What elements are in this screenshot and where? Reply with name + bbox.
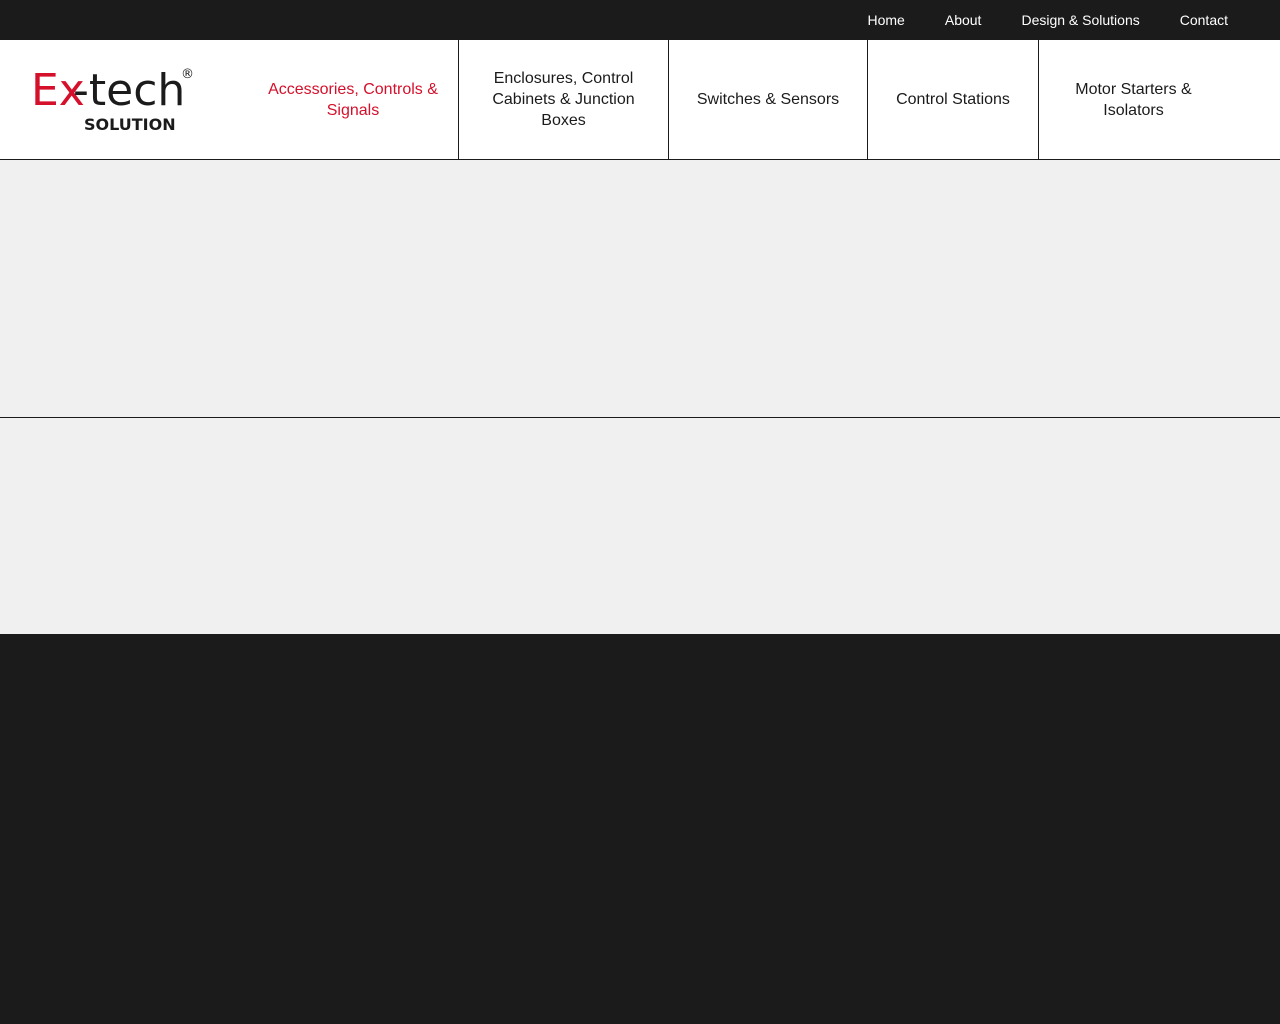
- site-footer: [0, 634, 1280, 1024]
- category-switches-sensors[interactable]: Switches & Sensors: [668, 40, 867, 159]
- content-section-bottom: [0, 418, 1280, 634]
- nav-link-home[interactable]: Home: [868, 12, 905, 28]
- top-bar: Home About Design & Solutions Contact: [0, 0, 1280, 40]
- logo-subline: SOLUTION: [84, 115, 176, 134]
- nav-link-design-solutions[interactable]: Design & Solutions: [1021, 12, 1139, 28]
- category-nav: Accessories, Controls & Signals Enclosur…: [248, 40, 1248, 159]
- top-nav: Home About Design & Solutions Contact: [828, 0, 1229, 40]
- logo-graphic: Ex -tech ® SOLUTION: [31, 65, 194, 134]
- main-header: Ex -tech ® SOLUTION Accessories, Control…: [0, 40, 1280, 160]
- category-control-stations[interactable]: Control Stations: [867, 40, 1038, 159]
- category-accessories-controls-signals[interactable]: Accessories, Controls & Signals: [248, 40, 458, 159]
- category-motor-starters-isolators[interactable]: Motor Starters & Isolators: [1038, 40, 1248, 159]
- logo-registered: ®: [181, 67, 194, 82]
- site-logo[interactable]: Ex -tech ® SOLUTION: [31, 64, 196, 134]
- nav-link-contact[interactable]: Contact: [1180, 12, 1228, 28]
- content-section-top: [0, 160, 1280, 418]
- nav-link-about[interactable]: About: [945, 12, 982, 28]
- category-enclosures-cabinets-junction-boxes[interactable]: Enclosures, Control Cabinets & Junction …: [458, 40, 668, 159]
- logo-tech: -tech: [73, 65, 185, 116]
